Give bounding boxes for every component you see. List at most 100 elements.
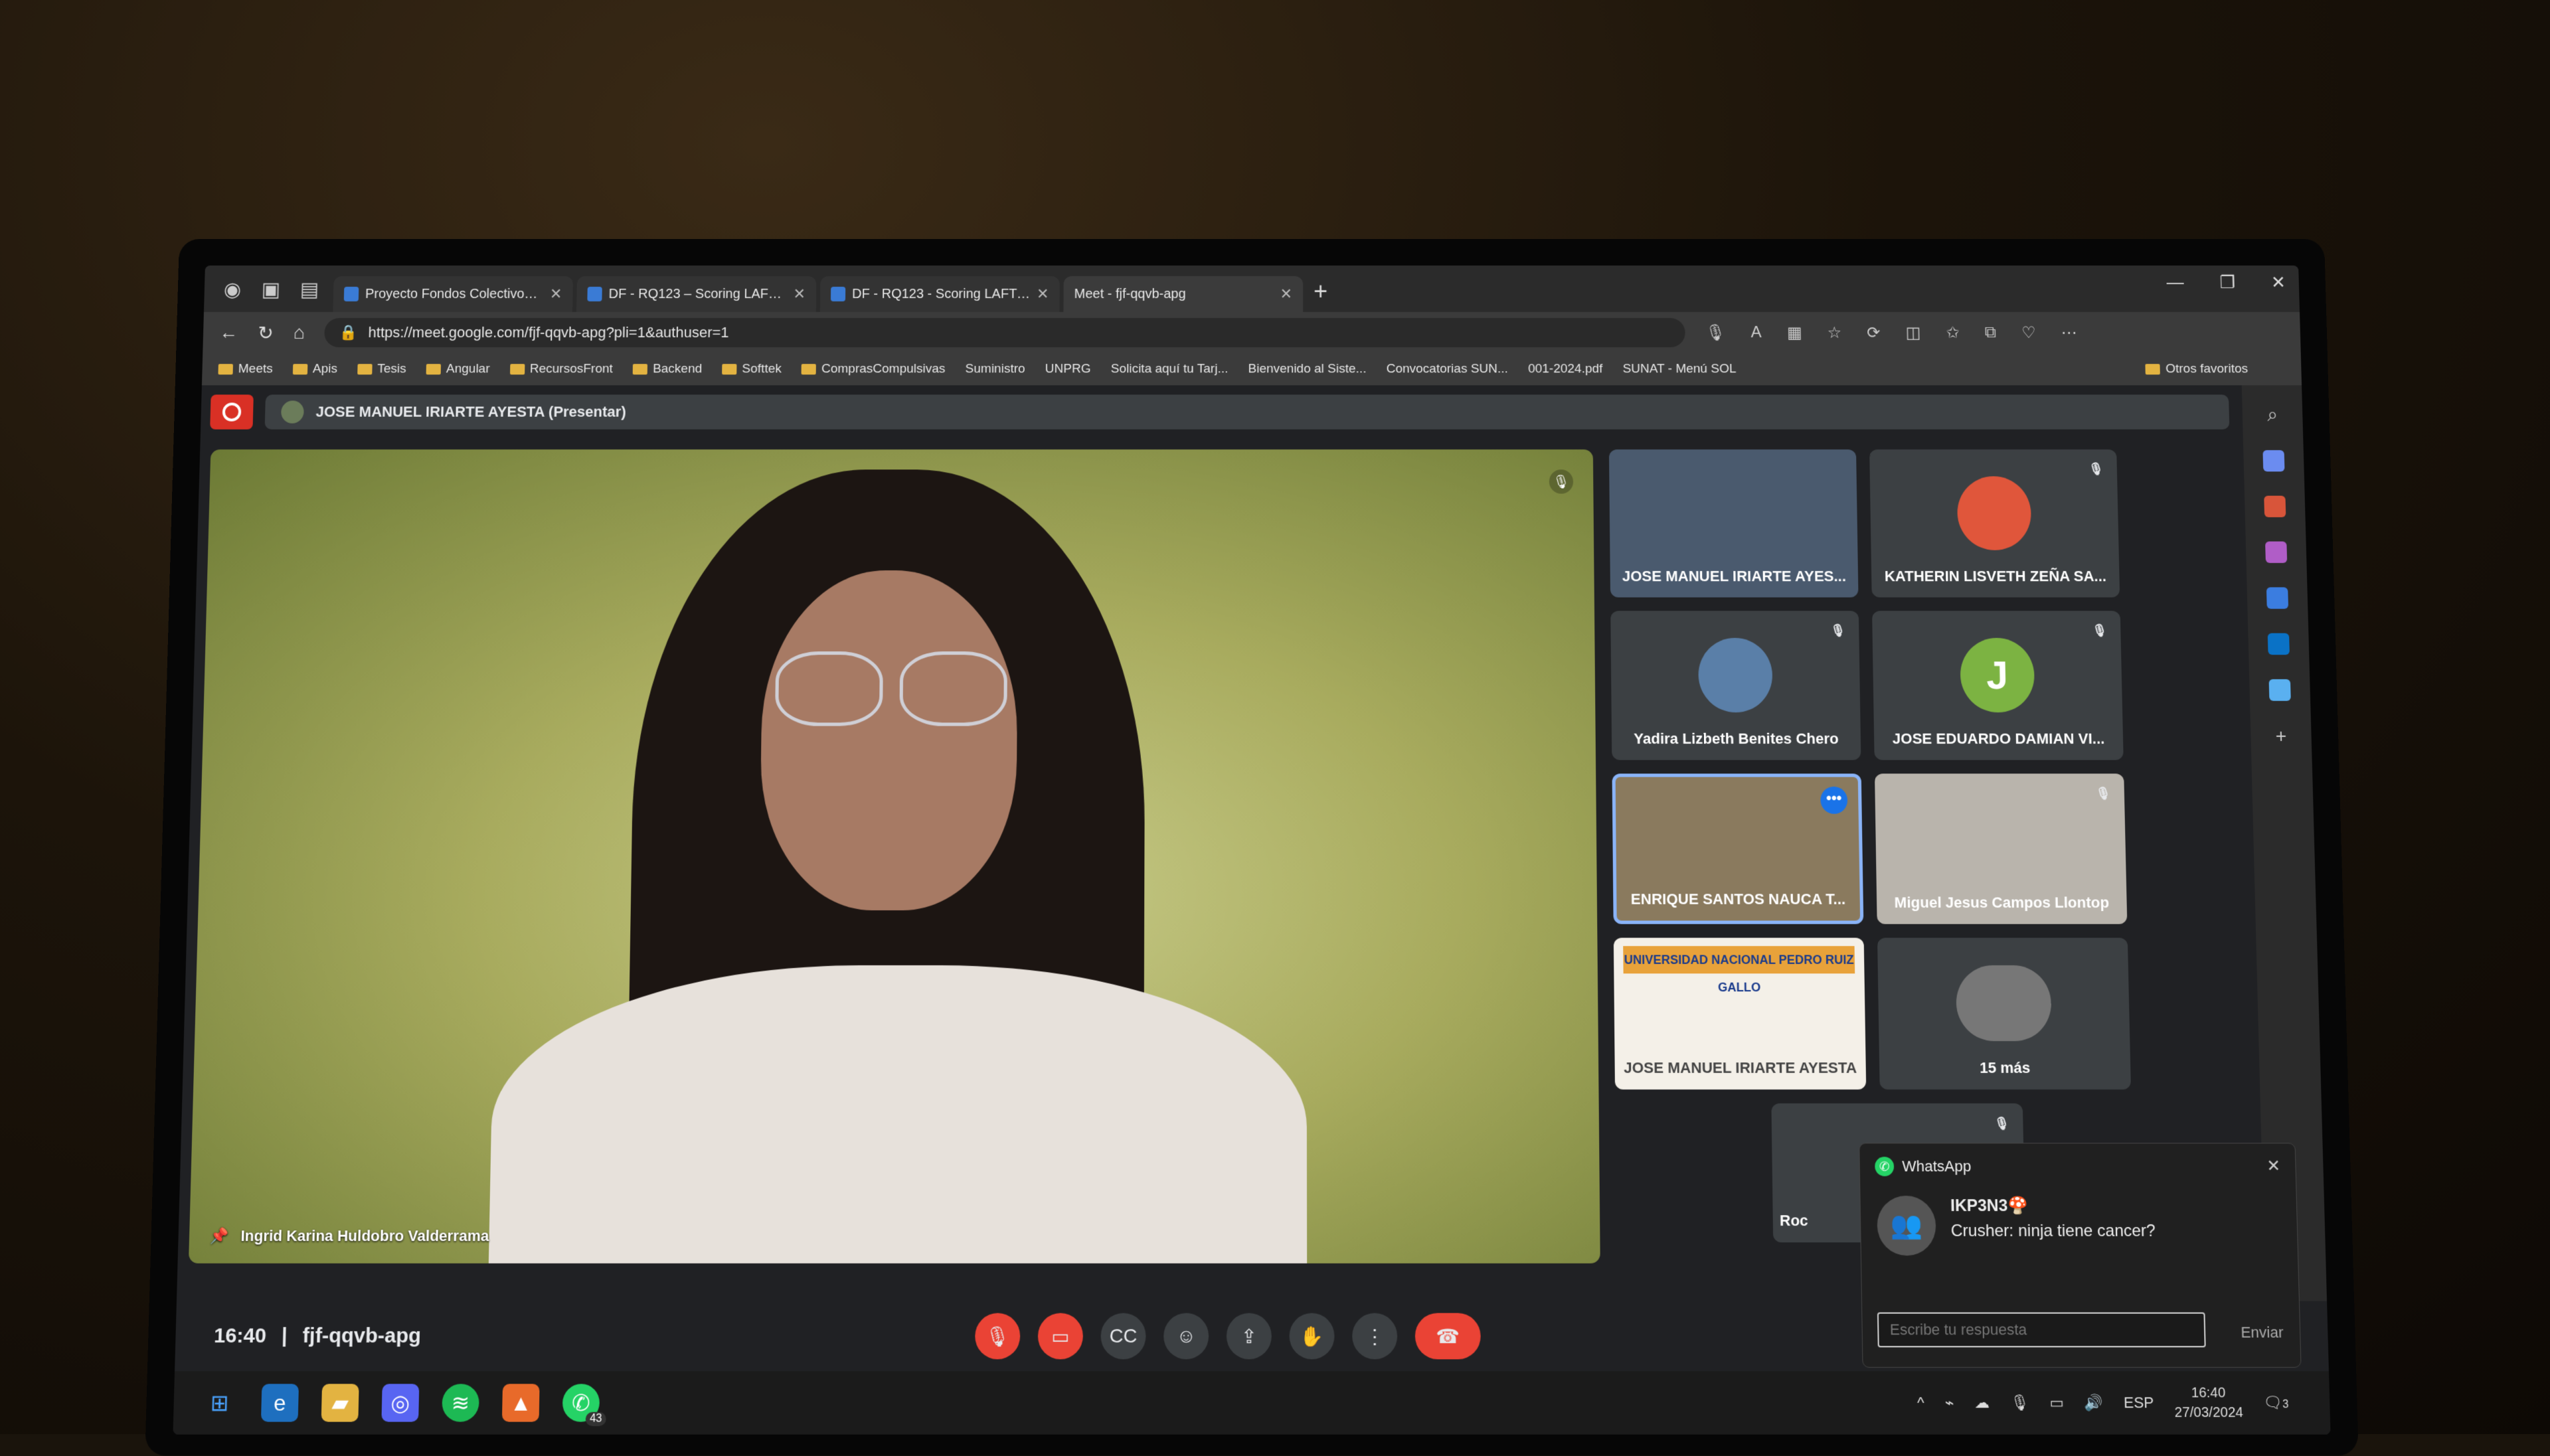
reply-input[interactable]: [1877, 1312, 2206, 1348]
bookmark-sunat[interactable]: SUNAT - Menú SOL: [1622, 362, 1736, 376]
whatsapp-notification[interactable]: ✆ WhatsApp ✕ 👥 IKP3N3🍄 Crusher: ninja ti…: [1859, 1143, 2302, 1368]
bookmark-unprg[interactable]: UNPRG: [1045, 362, 1091, 376]
tab-meet[interactable]: Meet - fjf-qqvb-apg ✕: [201, 276, 1304, 400]
outlook-icon[interactable]: [2267, 633, 2290, 655]
tab-scoring-laft-2[interactable]: DF - RQ123 - Scoring LAFT - Cal ✕: [819, 276, 1060, 312]
close-icon[interactable]: ✕: [550, 285, 562, 303]
back-icon[interactable]: ←: [219, 322, 238, 343]
start-icon[interactable]: ⊞: [201, 1384, 238, 1421]
tab-actions-icon[interactable]: ▤: [295, 275, 325, 304]
pin-icon[interactable]: 📌: [209, 1227, 229, 1245]
clock[interactable]: 16:40 27/03/2024: [2174, 1383, 2244, 1422]
participant-tile[interactable]: 🎙 KATHERIN LISVETH ZEÑA SA...: [1869, 449, 2120, 598]
send-icon[interactable]: [2268, 679, 2291, 701]
emoji-button[interactable]: ☺: [1163, 1313, 1209, 1360]
profile-icon[interactable]: ◉: [217, 275, 247, 304]
present-button[interactable]: ⇪: [1226, 1313, 1272, 1360]
workspaces-icon[interactable]: ▣: [256, 275, 286, 304]
participant-tile[interactable]: 🎙 Yadira Lizbeth Benites Chero: [1610, 611, 1861, 760]
tab-scoring-laft-1[interactable]: DF - RQ123 – Scoring LAFT - Cal ✕: [576, 276, 817, 312]
favorites-icon[interactable]: ✩: [1946, 323, 1960, 342]
bookmark-softtek[interactable]: Softtek: [722, 362, 782, 376]
presentation-tile[interactable]: UNIVERSIDAD NACIONAL PEDRO RUIZ GALLO JO…: [1613, 937, 1867, 1090]
other-favorites[interactable]: Otros favoritos: [2145, 362, 2249, 376]
bookmark-recursosfront[interactable]: RecursosFront: [509, 362, 613, 376]
new-tab-button[interactable]: +: [1314, 278, 1327, 305]
participant-tile[interactable]: JOSE MANUEL IRIARTE AYES...: [1608, 449, 1859, 598]
refresh-icon[interactable]: ↻: [258, 321, 274, 343]
participant-tile[interactable]: J 🎙 JOSE EDUARDO DAMIAN VI...: [1872, 611, 2124, 760]
file-explorer-icon[interactable]: ▰: [321, 1384, 359, 1422]
bookmark-suministro[interactable]: Suministro: [966, 362, 1025, 376]
lock-icon: 🔒: [339, 323, 358, 341]
address-bar-row: ← ↻ ⌂ 🔒 https://meet.google.com/fjf-qqvb…: [203, 311, 2301, 354]
chevron-up-icon[interactable]: ^: [1917, 1394, 1924, 1412]
bookmark-solicita[interactable]: Solicita aquí tu Tarj...: [1111, 362, 1229, 376]
language-indicator[interactable]: ESP: [2124, 1394, 2154, 1412]
search-icon[interactable]: ⌕: [2267, 404, 2278, 426]
onedrive-icon[interactable]: ☁: [1974, 1394, 1990, 1412]
recording-indicator[interactable]: [210, 394, 254, 430]
more-icon[interactable]: ⋯: [2061, 323, 2077, 342]
home-icon[interactable]: ⌂: [294, 322, 305, 343]
close-icon[interactable]: ✕: [793, 285, 806, 303]
maximize-icon[interactable]: ❐: [2219, 272, 2235, 293]
captions-button[interactable]: CC: [1100, 1313, 1146, 1360]
bookmark-pdf[interactable]: 001-2024.pdf: [1528, 362, 1603, 376]
usb-icon[interactable]: ⌁: [1944, 1394, 1954, 1412]
mic-off-button[interactable]: 🎙: [975, 1313, 1021, 1360]
whatsapp-taskbar-icon[interactable]: ✆ 43: [562, 1384, 606, 1426]
notification-header: ✆ WhatsApp ✕: [1859, 1143, 2296, 1188]
camera-off-button[interactable]: ▭: [1037, 1313, 1084, 1360]
presenter-banner[interactable]: JOSE MANUEL IRIARTE AYESTA (Presentar): [264, 394, 2230, 430]
copilot-icon[interactable]: [2262, 449, 2285, 472]
more-options-button[interactable]: ⋮: [1352, 1313, 1398, 1360]
planner-icon: [343, 286, 359, 301]
network-icon[interactable]: ▭: [2049, 1394, 2064, 1412]
mic-icon[interactable]: 🎙: [1705, 323, 1726, 342]
bookmark-meets[interactable]: Meets: [218, 362, 273, 376]
bookmark-convocatorias[interactable]: Convocatorias SUN...: [1387, 362, 1508, 376]
url-field[interactable]: 🔒 https://meet.google.com/fjf-qqvb-apg?p…: [324, 317, 1686, 348]
people-icon[interactable]: [2265, 541, 2288, 563]
participant-tile[interactable]: ••• ENRIQUE SANTOS NAUCA T...: [1612, 773, 1864, 924]
close-icon[interactable]: ✕: [1037, 285, 1049, 303]
close-icon[interactable]: ✕: [1280, 285, 1292, 303]
leave-call-button[interactable]: ☎: [1414, 1313, 1481, 1360]
tools-icon[interactable]: [2264, 495, 2286, 518]
minimize-icon[interactable]: —: [2166, 272, 2184, 293]
extensions-icon[interactable]: ⟳: [1867, 323, 1881, 342]
bookmark-apis[interactable]: Apis: [292, 362, 337, 376]
browser-essentials-icon[interactable]: ♡: [2021, 323, 2036, 342]
close-window-icon[interactable]: ✕: [2271, 272, 2286, 293]
games-icon[interactable]: [2266, 587, 2289, 609]
mic-off-icon: 🎙: [2092, 623, 2108, 637]
chrome-icon[interactable]: ◎: [381, 1384, 420, 1422]
edge-icon[interactable]: e: [260, 1384, 299, 1422]
split-screen-icon[interactable]: ◫: [1905, 323, 1920, 342]
bookmark-compras[interactable]: ComprasCompulsivas: [801, 362, 946, 376]
bookmark-angular[interactable]: Angular: [426, 362, 490, 376]
apps-icon[interactable]: ▦: [1787, 323, 1802, 342]
send-button[interactable]: Enviar: [2241, 1323, 2284, 1341]
raise-hand-button[interactable]: ✋: [1289, 1313, 1335, 1360]
volume-icon[interactable]: 🔊: [2084, 1394, 2104, 1412]
spotify-icon[interactable]: ≋: [442, 1384, 479, 1422]
tab-proyecto-fondos[interactable]: Proyecto Fondos Colectivos - Do ✕: [333, 276, 574, 312]
close-icon[interactable]: ✕: [2266, 1156, 2280, 1176]
mic-icon[interactable]: 🎙: [2010, 1394, 2029, 1412]
postman-icon[interactable]: ▲: [501, 1384, 540, 1422]
favorite-star-icon[interactable]: ☆: [1827, 323, 1841, 342]
participant-tile[interactable]: 🎙 Miguel Jesus Campos Llontop: [1875, 773, 2128, 924]
word-icon: [587, 286, 602, 301]
bookmark-backend[interactable]: Backend: [632, 362, 702, 376]
add-icon[interactable]: +: [2275, 725, 2286, 747]
main-video[interactable]: 🎙 📌 Ingrid Karina Huldobro Valderrama: [188, 449, 1600, 1263]
more-participants-tile[interactable]: 15 más: [1877, 937, 2132, 1090]
bookmark-bienvenido[interactable]: Bienvenido al Siste...: [1248, 362, 1366, 376]
bookmark-tesis[interactable]: Tesis: [357, 362, 406, 376]
collections-icon[interactable]: ⧉: [1984, 323, 1996, 342]
notifications-icon[interactable]: 🗨3: [2263, 1394, 2289, 1412]
message-text: Crusher: ninja tiene cancer?: [1950, 1221, 2156, 1241]
read-aloud-icon[interactable]: A: [1751, 323, 1762, 342]
